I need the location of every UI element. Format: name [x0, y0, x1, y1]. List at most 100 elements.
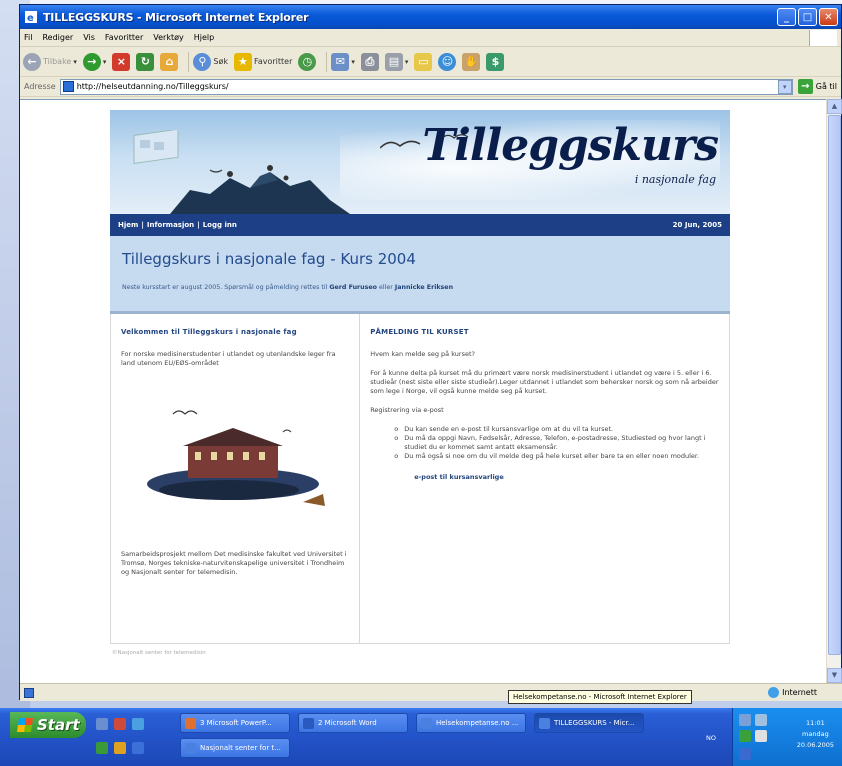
taskbar-helsekompetanse[interactable]: Helsekompetanse.no ...: [416, 713, 526, 733]
refresh-button[interactable]: ↻: [136, 52, 155, 71]
nav-strip: Hjem | Informasjon | Logg inn 20 Jun, 20…: [110, 214, 730, 236]
messenger-button[interactable]: ☺: [438, 52, 457, 71]
page-banner: Tilleggskurs i nasjonale fag: [110, 110, 730, 214]
address-label: Adresse: [24, 82, 56, 91]
clock[interactable]: 11:01 mandag 20.06.2005: [797, 718, 834, 751]
close-button[interactable]: ✕: [819, 8, 838, 26]
welcome-heading: Velkommen til Tilleggskurs i nasjonale f…: [121, 328, 297, 336]
home-button[interactable]: ⌂: [160, 52, 179, 71]
list-item: Du kan sende en e-post til kursansvarlig…: [394, 425, 719, 434]
contact-link-2[interactable]: Jannicke Eriksen: [395, 284, 453, 291]
back-button[interactable]: ← Tilbake ▾: [23, 52, 77, 71]
banner-logo-subtitle: i nasjonale fag: [634, 173, 716, 186]
edit-button[interactable]: ▤ ▾: [384, 52, 408, 71]
right-column: PÅMELDING TIL KURSET Hvem kan melde seg …: [360, 314, 729, 643]
research-icon: ✋: [462, 52, 481, 71]
audience-text: For norske medisinerstudenter i utlandet…: [121, 350, 336, 367]
ie-task-icon-active: [539, 717, 550, 729]
banner-logo: Tilleggskurs: [422, 120, 719, 171]
standard-toolbar: ← Tilbake ▾ → ▾ × ↻ ⌂ ⚲ Søk ★ Favoritter ◷…: [20, 47, 841, 77]
page-viewport: Tilleggskurs i nasjonale fag Hjem | Info…: [20, 99, 828, 683]
print-icon: ⎙: [360, 52, 379, 71]
star-icon: ★: [233, 52, 252, 71]
start-button[interactable]: Start: [10, 712, 86, 738]
menu-bar: Fil Rediger Vis Favoritter Verktøy Hjelp: [20, 29, 841, 47]
taskbar: Start 3 Microsoft PowerP... 2 Microsoft …: [0, 708, 842, 766]
messenger-quick-icon[interactable]: [132, 718, 144, 730]
scroll-up-icon[interactable]: ▲: [827, 99, 842, 114]
maximize-button[interactable]: □: [798, 8, 817, 26]
web-page: Tilleggskurs i nasjonale fag Hjem | Info…: [110, 110, 730, 680]
menu-edit[interactable]: Rediger: [42, 33, 73, 42]
money-button[interactable]: $: [486, 52, 505, 71]
ie-icon: e: [25, 11, 37, 24]
volume-icon[interactable]: [755, 730, 767, 742]
forward-button[interactable]: → ▾: [82, 52, 106, 71]
nav-date: 20 Jun, 2005: [672, 221, 722, 229]
scroll-down-icon[interactable]: ▼: [827, 668, 842, 683]
menu-help[interactable]: Hjelp: [194, 33, 214, 42]
vertical-scrollbar[interactable]: ▲ ▼: [826, 99, 842, 683]
address-dropdown-icon[interactable]: ▾: [777, 79, 792, 94]
email-coordinators-link[interactable]: e-post til kursansvarlige: [414, 473, 719, 481]
scroll-thumb[interactable]: [828, 115, 841, 655]
taskbar-tilleggskurs[interactable]: TILLEGGSKURS - Micr...: [534, 713, 644, 733]
outlook-quick-icon[interactable]: [114, 742, 126, 754]
nav-login[interactable]: Logg inn: [203, 221, 237, 229]
media-icon[interactable]: [114, 718, 126, 730]
go-arrow-icon: →: [797, 79, 813, 94]
stop-button[interactable]: ×: [112, 52, 131, 71]
title-bar: e TILLEGGSKURS - Microsoft Internet Expl…: [20, 5, 841, 29]
collaboration-text: Samarbeidsprosjekt mellom Det medisinske…: [121, 550, 347, 576]
desktop-icon[interactable]: [96, 718, 108, 730]
network-icon[interactable]: [739, 714, 751, 726]
taskbar-powerpoint[interactable]: 3 Microsoft PowerP...: [180, 713, 290, 733]
eligibility-text: For å kunne delta på kurset må du primær…: [370, 369, 719, 395]
search-button[interactable]: ⚲ Søk: [193, 52, 228, 71]
powerpoint-icon: [185, 717, 196, 729]
go-button[interactable]: → Gå til: [797, 79, 837, 94]
forward-arrow-icon: →: [82, 52, 101, 71]
contact-link-1[interactable]: Gerd Furuseo: [329, 284, 377, 291]
printer-tray-icon[interactable]: [755, 714, 767, 726]
menu-view[interactable]: Vis: [83, 33, 95, 42]
research-button[interactable]: ✋: [462, 52, 481, 71]
menu-tools[interactable]: Verktøy: [153, 33, 183, 42]
address-input[interactable]: http://helseutdanning.no/Tilleggskurs/: [59, 78, 793, 95]
content-columns: Velkommen til Tilleggskurs i nasjonale f…: [110, 314, 730, 644]
messenger-tray-icon[interactable]: [739, 748, 751, 760]
mail-button[interactable]: ✉ ▾: [331, 52, 355, 71]
list-item: Du må da oppgi Navn, Fødselsår, Adresse,…: [394, 434, 719, 452]
taskbar-word[interactable]: 2 Microsoft Word: [298, 713, 408, 733]
nav-home[interactable]: Hjem: [118, 221, 138, 229]
list-item: Du må også si noe om du vil melde deg på…: [394, 452, 719, 461]
status-bar: Internett: [20, 683, 842, 701]
left-column: Velkommen til Tilleggskurs i nasjonale f…: [111, 314, 361, 643]
security-tray-icon[interactable]: [739, 730, 751, 742]
history-button[interactable]: ◷: [298, 52, 317, 71]
folder-icon: ▭: [414, 52, 433, 71]
keyboard-illustration: [133, 130, 179, 165]
rocks-birds-illustration: [170, 165, 350, 214]
island-house-illustration: [147, 410, 325, 506]
menu-favorites[interactable]: Favoritter: [105, 33, 143, 42]
windows-flag-icon: [17, 718, 33, 732]
language-indicator[interactable]: NO: [706, 734, 716, 742]
email-registration-label: Registrering via e-post: [370, 406, 444, 414]
favorites-button[interactable]: ★ Favoritter: [233, 52, 292, 71]
excel-quick-icon[interactable]: [96, 742, 108, 754]
taskbar-nasjonalt-senter[interactable]: Nasjonalt senter for t...: [180, 738, 290, 758]
folder-button[interactable]: ▭: [414, 52, 433, 71]
menu-file[interactable]: Fil: [24, 33, 32, 42]
next-course-text: Neste kursstart er august 2005. Spørsmål…: [122, 284, 454, 291]
ie-quick-icon[interactable]: [132, 742, 144, 754]
who-can-register: Hvem kan melde seg på kurset?: [370, 350, 475, 358]
word-icon: [303, 717, 314, 729]
registration-steps: Du kan sende en e-post til kursansvarlig…: [394, 425, 719, 461]
nav-information[interactable]: Informasjon: [147, 221, 194, 229]
minimize-button[interactable]: _: [777, 8, 796, 26]
browser-window: e TILLEGGSKURS - Microsoft Internet Expl…: [19, 4, 842, 701]
print-button[interactable]: ⎙: [360, 52, 379, 71]
intro-box: Tilleggskurs i nasjonale fag - Kurs 2004…: [110, 236, 730, 314]
address-bar: Adresse http://helseutdanning.no/Tillegg…: [20, 77, 841, 97]
